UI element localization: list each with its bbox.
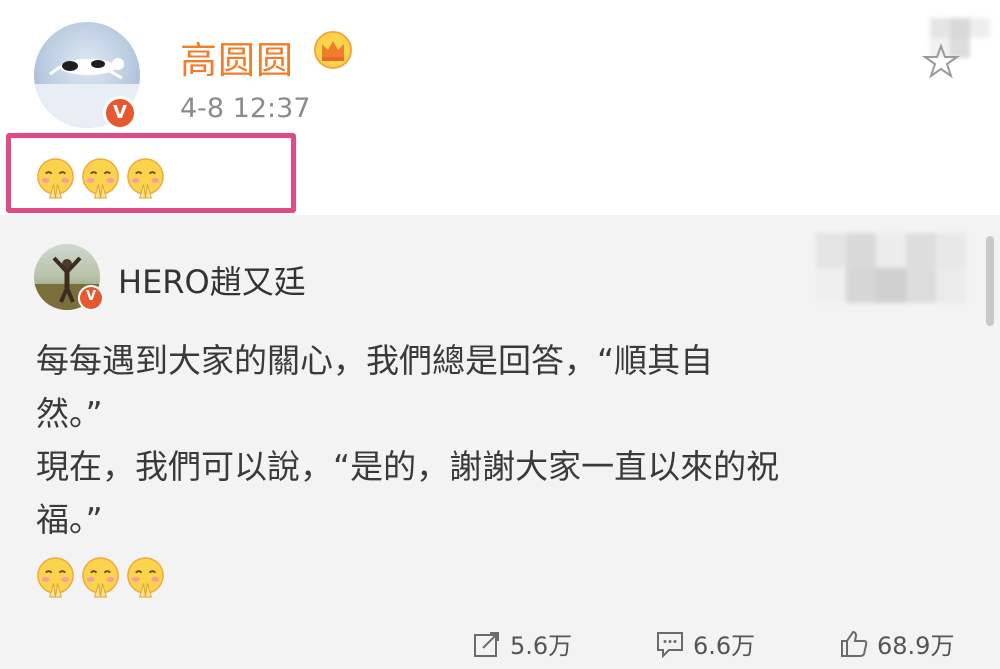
verified-badge: V xyxy=(103,96,137,130)
repost-text-line: 每每遇到大家的關心，我們總是回答，“順其自 xyxy=(36,341,714,380)
repost-text-line: 現在，我們可以說，“是的，謝謝大家一直以來的祝 xyxy=(36,447,780,486)
emoji-row xyxy=(34,157,167,200)
scrollbar[interactable] xyxy=(986,236,994,326)
pray-face-icon xyxy=(127,158,164,199)
pray-face-icon xyxy=(37,158,74,199)
repost-username[interactable]: HERO趙又廷 xyxy=(118,257,306,303)
crown-icon xyxy=(314,31,352,69)
pray-face-icon xyxy=(37,557,74,598)
comment-count: 6.6万 xyxy=(693,632,756,660)
blurred-region xyxy=(816,233,966,303)
cat-image xyxy=(49,58,124,80)
repost-text-line: 福。” xyxy=(36,500,103,539)
share-button[interactable]: 5.6万 xyxy=(472,626,572,661)
pray-face-icon xyxy=(127,557,164,598)
original-post: V 高圆圆 4-8 12:37 xyxy=(0,0,1000,215)
repost-text-line: 然。” xyxy=(36,394,103,433)
username[interactable]: 高圆圆 xyxy=(180,30,294,84)
pray-face-icon xyxy=(82,158,119,199)
like-count: 68.9万 xyxy=(877,632,955,660)
verified-badge: V xyxy=(78,285,104,311)
post-time: 4-8 12:37 xyxy=(180,93,311,124)
share-count: 5.6万 xyxy=(510,632,573,660)
pray-face-icon xyxy=(82,557,119,598)
star-icon[interactable] xyxy=(922,42,960,80)
comment-icon xyxy=(657,631,683,658)
share-icon xyxy=(474,631,499,657)
thumbs-up-icon xyxy=(841,630,868,657)
repost-emoji-row xyxy=(34,556,167,599)
like-button[interactable]: 68.9万 xyxy=(839,626,954,661)
comment-button[interactable]: 6.6万 xyxy=(655,626,755,661)
